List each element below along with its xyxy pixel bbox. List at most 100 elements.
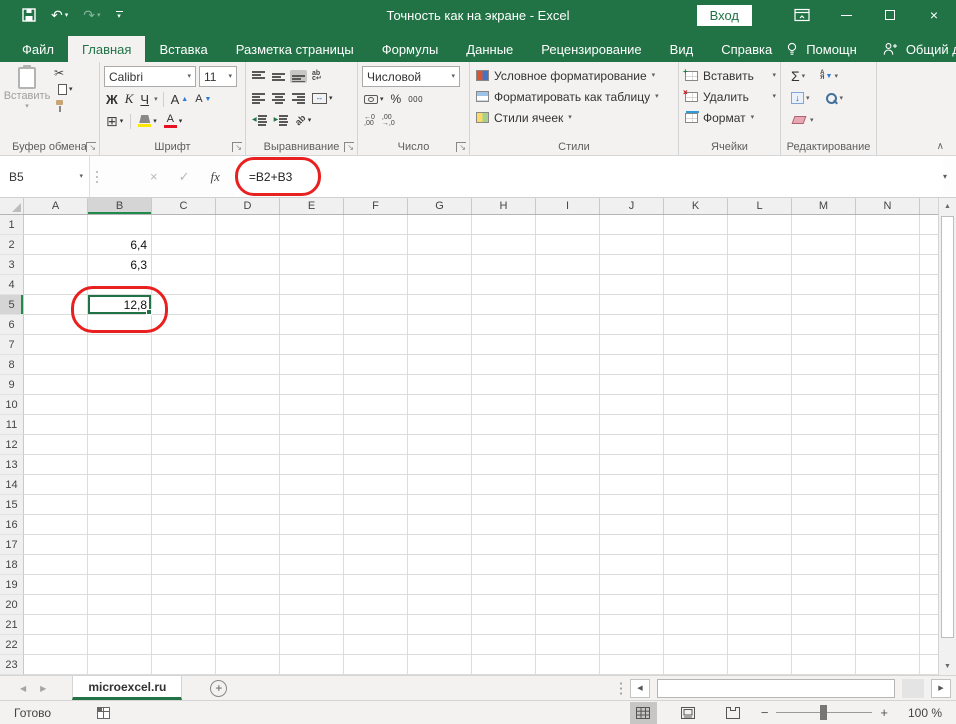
maximize-button[interactable] (868, 0, 912, 30)
cell-J14[interactable] (600, 475, 664, 495)
cell-E2[interactable] (280, 235, 344, 255)
cell-G10[interactable] (408, 395, 472, 415)
cell-C23[interactable] (152, 655, 216, 675)
cell-E5[interactable] (280, 295, 344, 315)
cell-N23[interactable] (856, 655, 920, 675)
cell-L1[interactable] (728, 215, 792, 235)
cell-I18[interactable] (536, 555, 600, 575)
cell-D22[interactable] (216, 635, 280, 655)
cell-N11[interactable] (856, 415, 920, 435)
align-middle-button[interactable] (270, 70, 287, 83)
column-header-A[interactable]: A (24, 198, 88, 214)
cell-K8[interactable] (664, 355, 728, 375)
cell-L12[interactable] (728, 435, 792, 455)
cell-D12[interactable] (216, 435, 280, 455)
cell-C14[interactable] (152, 475, 216, 495)
cell-M12[interactable] (792, 435, 856, 455)
fill-button[interactable]: ↓▾ (789, 91, 812, 105)
vertical-scrollbar[interactable]: ▲ ▼ (938, 198, 956, 675)
cell-K2[interactable] (664, 235, 728, 255)
copy-button[interactable]: ▾ (54, 83, 75, 96)
cell-L4[interactable] (728, 275, 792, 295)
cell-N19[interactable] (856, 575, 920, 595)
increase-indent-button[interactable]: ▶ (272, 114, 291, 127)
zoom-slider[interactable]: − + (761, 706, 888, 719)
cell-H14[interactable] (472, 475, 536, 495)
cell-B3[interactable]: 6,3 (88, 255, 152, 275)
cell-N5[interactable] (856, 295, 920, 315)
cell-H16[interactable] (472, 515, 536, 535)
cell-A23[interactable] (24, 655, 88, 675)
row-header-5[interactable]: 5 (0, 295, 24, 315)
cell-B15[interactable] (88, 495, 152, 515)
cell-N22[interactable] (856, 635, 920, 655)
cell-D23[interactable] (216, 655, 280, 675)
cell-G22[interactable] (408, 635, 472, 655)
cell-F6[interactable] (344, 315, 408, 335)
cell-E14[interactable] (280, 475, 344, 495)
new-sheet-button[interactable]: + (210, 680, 227, 697)
cell-C6[interactable] (152, 315, 216, 335)
cell-B20[interactable] (88, 595, 152, 615)
cell-F18[interactable] (344, 555, 408, 575)
format-painter-icon[interactable] (54, 100, 64, 113)
cell-J7[interactable] (600, 335, 664, 355)
cell-styles-button[interactable]: Стили ячеек ▾ (474, 107, 674, 128)
row-header-3[interactable]: 3 (0, 255, 24, 275)
cell-I14[interactable] (536, 475, 600, 495)
cell-N17[interactable] (856, 535, 920, 555)
cell-A17[interactable] (24, 535, 88, 555)
cell-F4[interactable] (344, 275, 408, 295)
cell-M21[interactable] (792, 615, 856, 635)
cell-K6[interactable] (664, 315, 728, 335)
cell-M3[interactable] (792, 255, 856, 275)
collapse-ribbon-icon[interactable]: ∧ (937, 142, 944, 152)
cell-K21[interactable] (664, 615, 728, 635)
cell-D11[interactable] (216, 415, 280, 435)
cell-I21[interactable] (536, 615, 600, 635)
cell-H20[interactable] (472, 595, 536, 615)
cell-J5[interactable] (600, 295, 664, 315)
cell-K17[interactable] (664, 535, 728, 555)
column-header-K[interactable]: K (664, 198, 728, 214)
cell-K12[interactable] (664, 435, 728, 455)
cell-A14[interactable] (24, 475, 88, 495)
cell-I4[interactable] (536, 275, 600, 295)
cell-B10[interactable] (88, 395, 152, 415)
cell-M13[interactable] (792, 455, 856, 475)
cell-A19[interactable] (24, 575, 88, 595)
cell-I22[interactable] (536, 635, 600, 655)
column-header-I[interactable]: I (536, 198, 600, 214)
cell-B9[interactable] (88, 375, 152, 395)
cell-C16[interactable] (152, 515, 216, 535)
cell-M17[interactable] (792, 535, 856, 555)
cell-J16[interactable] (600, 515, 664, 535)
decrease-decimal-button[interactable]: ,00→,0 (380, 114, 397, 128)
cell-G4[interactable] (408, 275, 472, 295)
cell-I2[interactable] (536, 235, 600, 255)
cell-B6[interactable] (88, 315, 152, 335)
cell-J22[interactable] (600, 635, 664, 655)
cell-M19[interactable] (792, 575, 856, 595)
cell-C7[interactable] (152, 335, 216, 355)
cell-B16[interactable] (88, 515, 152, 535)
merge-center-button[interactable]: ↔▾ (310, 92, 335, 105)
tab-data[interactable]: Данные (452, 36, 527, 62)
cell-K19[interactable] (664, 575, 728, 595)
cell-L23[interactable] (728, 655, 792, 675)
cell-L20[interactable] (728, 595, 792, 615)
undo-caret-icon[interactable]: ▾ (65, 12, 69, 19)
cell-K16[interactable] (664, 515, 728, 535)
comma-style-button[interactable]: 000 (406, 94, 425, 105)
tell-me-label[interactable]: Помощн (806, 42, 857, 57)
cell-H4[interactable] (472, 275, 536, 295)
cell-D1[interactable] (216, 215, 280, 235)
column-header-E[interactable]: E (280, 198, 344, 214)
cell-E4[interactable] (280, 275, 344, 295)
cell-J13[interactable] (600, 455, 664, 475)
cell-D19[interactable] (216, 575, 280, 595)
cell-D7[interactable] (216, 335, 280, 355)
cell-B5[interactable]: 12,8 (88, 295, 152, 315)
cell-C19[interactable] (152, 575, 216, 595)
font-size-select[interactable]: 11▾ (199, 66, 237, 87)
